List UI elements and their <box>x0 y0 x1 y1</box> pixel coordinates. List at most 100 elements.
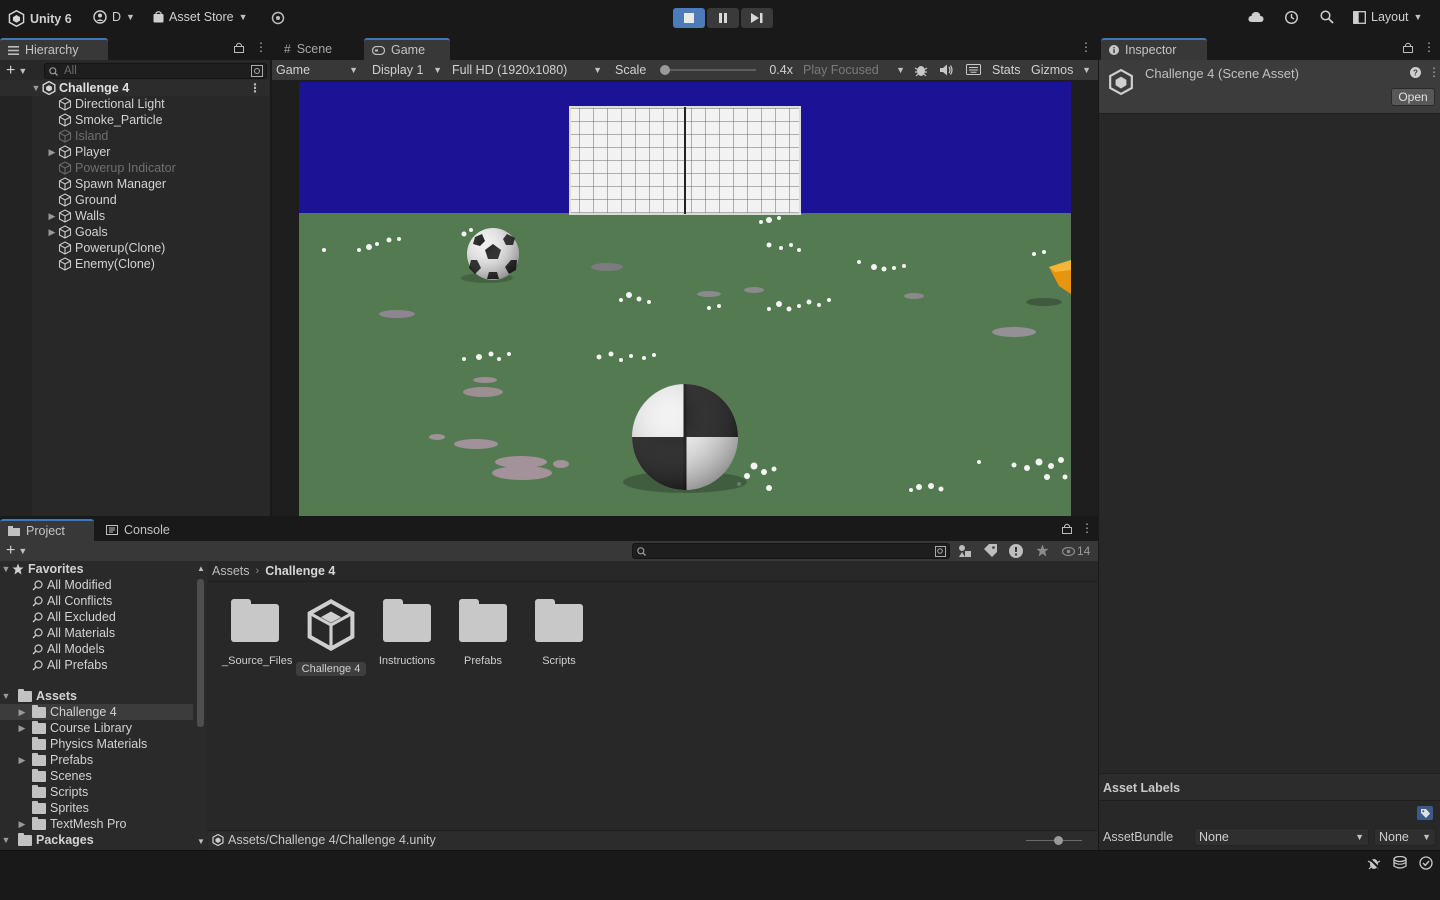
scroll-up-icon[interactable]: ▲ <box>197 564 205 573</box>
expand-arrow-icon[interactable]: ▶ <box>46 227 58 238</box>
game-mode-dropdown[interactable]: Game ▼ <box>272 60 362 80</box>
create-dropdown[interactable]: + ▼ <box>6 62 27 80</box>
pause-button[interactable] <box>707 8 739 28</box>
hierarchy-item[interactable]: ▶ Goals <box>0 224 269 240</box>
expand-arrow-icon[interactable]: ▶ <box>46 147 58 158</box>
inspector-header-menu-icon[interactable]: ⋮ <box>1428 65 1440 79</box>
tab-scene[interactable]: # Scene <box>276 38 360 60</box>
scale-slider[interactable] <box>659 64 756 76</box>
bug-icon[interactable] <box>914 63 928 77</box>
project-search-input[interactable] <box>632 543 950 559</box>
hierarchy-item[interactable]: Ground <box>0 192 269 208</box>
step-button[interactable] <box>741 8 773 28</box>
stats-button[interactable]: Stats <box>988 60 1026 80</box>
hierarchy-item[interactable]: Island <box>0 128 269 144</box>
expand-arrow-icon[interactable]: ▶ <box>16 707 28 718</box>
open-button[interactable]: Open <box>1391 88 1435 106</box>
favorite-item[interactable]: All Excluded <box>0 609 193 625</box>
unity-menu[interactable]: Unity 6 <box>8 10 72 27</box>
packages-header[interactable]: ▼ Packages <box>0 832 193 848</box>
project-menu-icon[interactable]: ⋮ <box>1081 521 1093 535</box>
lock-icon[interactable] <box>234 42 244 53</box>
hierarchy-item[interactable]: Powerup Indicator <box>0 160 269 176</box>
asset-folder-item[interactable]: Scripts <box>0 784 193 800</box>
tab-game[interactable]: Game <box>364 38 450 60</box>
game-menu-icon[interactable]: ⋮ <box>1080 40 1092 54</box>
tab-console[interactable]: Console <box>98 519 188 541</box>
progress-check-icon[interactable] <box>1419 856 1433 870</box>
favorite-item[interactable]: All Modified <box>0 577 193 593</box>
help-icon[interactable]: ? <box>1410 67 1421 78</box>
debug-mode-icon[interactable] <box>1367 856 1381 870</box>
expand-arrow-icon[interactable]: ▼ <box>0 835 12 845</box>
scene-visibility-icon[interactable] <box>251 65 263 77</box>
hierarchy-scene-row[interactable]: ▼ Challenge 4 ⋮ <box>0 80 269 96</box>
asset-folder-item[interactable]: ▶ Challenge 4 <box>0 704 193 720</box>
filter-by-label-icon[interactable] <box>984 544 997 557</box>
expand-arrow-icon[interactable]: ▶ <box>16 755 28 766</box>
favorite-item[interactable]: All Conflicts <box>0 593 193 609</box>
hierarchy-item[interactable]: Enemy(Clone) <box>0 256 269 272</box>
project-create-dropdown[interactable]: + ▼ <box>6 542 27 560</box>
search-icon[interactable] <box>1320 10 1334 24</box>
filter-by-type-icon[interactable] <box>958 544 972 558</box>
display-dropdown[interactable]: Display 1 ▼ <box>368 60 446 80</box>
asset-tile[interactable]: Challenge 4 <box>296 596 366 676</box>
asset-folder-item[interactable]: Physics Materials <box>0 736 193 752</box>
expand-arrow-icon[interactable]: ▶ <box>16 819 28 830</box>
asset-folder-item[interactable]: ▶ TextMesh Pro <box>0 816 193 832</box>
breadcrumb-challenge[interactable]: Challenge 4 <box>265 564 335 578</box>
layout-dropdown[interactable]: Layout ▼ <box>1353 10 1422 24</box>
label-tag-icon[interactable] <box>1417 806 1433 820</box>
assetbundle-dropdown[interactable]: None ▼ <box>1194 828 1369 846</box>
hierarchy-search-input[interactable]: All <box>44 63 267 79</box>
scale-slider-thumb[interactable] <box>659 65 670 75</box>
tree-scrollbar[interactable]: ▲ ▼ <box>194 561 207 850</box>
inspector-menu-icon[interactable]: ⋮ <box>1423 40 1435 54</box>
cloud-services-gear-icon[interactable] <box>271 11 285 25</box>
filter-warning-icon[interactable] <box>1009 544 1023 558</box>
play-focused-dropdown[interactable]: Play Focused ▼ <box>799 60 909 80</box>
play-stop-button[interactable] <box>673 8 705 28</box>
expand-arrow-icon[interactable]: ▼ <box>30 83 42 93</box>
breadcrumb-assets[interactable]: Assets <box>212 564 250 578</box>
expand-arrow-icon[interactable]: ▶ <box>46 211 58 222</box>
asset-folder-item[interactable]: ▶ Prefabs <box>0 752 193 768</box>
favorite-item[interactable]: All Models <box>0 641 193 657</box>
assetbundle-variant-dropdown[interactable]: None ▼ <box>1374 828 1436 846</box>
hierarchy-menu-icon[interactable]: ⋮ <box>255 40 267 54</box>
account-dropdown[interactable]: D ▼ <box>93 10 135 24</box>
speaker-icon[interactable] <box>940 64 954 76</box>
hidden-packages-toggle[interactable]: 14 <box>1062 544 1090 558</box>
assets-header[interactable]: ▼ Assets <box>0 688 193 704</box>
asset-folder-item[interactable]: ▶ Course Library <box>0 720 193 736</box>
icon-size-slider-thumb[interactable] <box>1054 836 1063 845</box>
tab-project[interactable]: Project <box>0 519 94 541</box>
gizmos-dropdown[interactable]: Gizmos ▼ <box>1027 60 1095 80</box>
hierarchy-item[interactable]: Powerup(Clone) <box>0 240 269 256</box>
asset-tile[interactable]: _Source_Files <box>220 596 292 668</box>
game-render-viewport[interactable] <box>299 82 1071 516</box>
asset-folder-item[interactable]: Scenes <box>0 768 193 784</box>
hierarchy-item[interactable]: Directional Light <box>0 96 269 112</box>
search-scope-icon[interactable] <box>935 546 946 557</box>
tab-inspector[interactable]: Inspector <box>1101 38 1207 60</box>
hierarchy-item[interactable]: Spawn Manager <box>0 176 269 192</box>
asset-folder-item[interactable]: Sprites <box>0 800 193 816</box>
lock-icon[interactable] <box>1403 42 1413 53</box>
favorite-item[interactable]: All Materials <box>0 625 193 641</box>
lock-icon[interactable] <box>1062 523 1072 534</box>
favorites-header[interactable]: ▼ Favorites <box>0 561 193 577</box>
hierarchy-item[interactable]: ▶ Walls <box>0 208 269 224</box>
asset-tile[interactable]: Prefabs <box>448 596 518 668</box>
expand-arrow-icon[interactable]: ▼ <box>0 564 12 574</box>
hierarchy-item[interactable]: Smoke_Particle <box>0 112 269 128</box>
asset-tile[interactable]: Instructions <box>372 596 442 668</box>
asset-tile[interactable]: Scripts <box>524 596 594 668</box>
asset-store-dropdown[interactable]: Asset Store ▼ <box>153 10 248 24</box>
scroll-down-icon[interactable]: ▼ <box>197 837 205 846</box>
cloud-icon[interactable] <box>1248 11 1264 23</box>
favorite-star-icon[interactable] <box>1036 544 1049 557</box>
hierarchy-item[interactable]: ▶ Player <box>0 144 269 160</box>
expand-arrow-icon[interactable]: ▶ <box>16 723 28 734</box>
